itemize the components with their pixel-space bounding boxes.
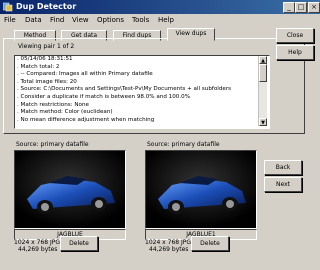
maximize-button[interactable]: □ [295, 2, 307, 13]
right-source-label: Source: primary datafile [147, 141, 220, 148]
title-bar[interactable]: Dup Detector _ □ × [0, 0, 320, 14]
scroll-down-button[interactable]: ▼ [259, 118, 267, 126]
next-button[interactable]: Next [264, 177, 302, 192]
menu-view[interactable]: View [72, 15, 89, 25]
menu-bar: File Data Find View Options Tools Help [0, 14, 320, 26]
log-line: . Total image files: 20 [17, 78, 77, 85]
car-image-left [15, 151, 125, 228]
left-image-size: 44,269 bytes [18, 246, 58, 253]
menu-find[interactable]: Find [50, 15, 64, 25]
app-icon [3, 2, 13, 12]
menu-data[interactable]: Data [25, 15, 42, 25]
right-image[interactable] [145, 150, 257, 229]
left-delete-button[interactable]: Delete [60, 236, 98, 251]
log-line: . Match method: Color (euclidean) [17, 109, 113, 116]
close-button[interactable]: Close [276, 28, 314, 43]
arrow-down-icon: ▼ [261, 120, 265, 126]
car-image-right [146, 151, 256, 228]
scroll-up-button[interactable]: ▲ [259, 56, 267, 64]
maximize-icon: □ [297, 3, 305, 11]
right-delete-button[interactable]: Delete [191, 236, 229, 251]
menu-help[interactable]: Help [158, 15, 174, 25]
log-line: . Source: C:\Documents and Settings\Test… [17, 86, 232, 93]
log-line: . 05/14/06 18:31:51 [17, 56, 73, 62]
right-image-size: 44,269 bytes [149, 246, 189, 253]
minimize-icon: _ [287, 3, 291, 11]
left-image[interactable] [14, 150, 126, 229]
close-icon: × [311, 3, 317, 11]
viewing-pair-label: Viewing pair 1 of 2 [18, 43, 75, 50]
minimize-button[interactable]: _ [283, 2, 295, 13]
menu-options[interactable]: Options [97, 15, 124, 25]
log-line: . Match total: 2 [17, 63, 60, 70]
help-button[interactable]: Help [276, 45, 314, 60]
menu-file[interactable]: File [4, 15, 16, 25]
log-list[interactable]: . 05/14/06 18:31:51 . Match total: 2 . -… [14, 55, 270, 129]
log-scrollbar[interactable]: ▲ ▼ [258, 56, 267, 126]
log-line: . Consider a duplicate if match is betwe… [17, 93, 191, 100]
log-line: . -- Compared: Images all within Primary… [17, 71, 153, 78]
log-line: . Match restrictions: None [17, 101, 89, 108]
left-source-label: Source: primary datafile [16, 141, 89, 148]
close-window-button[interactable]: × [308, 2, 320, 13]
tab-view-dups[interactable]: View dups [167, 28, 215, 41]
menu-tools[interactable]: Tools [132, 15, 149, 25]
back-button[interactable]: Back [264, 160, 302, 175]
scroll-thumb[interactable] [259, 64, 267, 82]
log-line: . No mean difference adjustment when mat… [17, 116, 155, 123]
window-title: Dup Detector [16, 2, 77, 11]
